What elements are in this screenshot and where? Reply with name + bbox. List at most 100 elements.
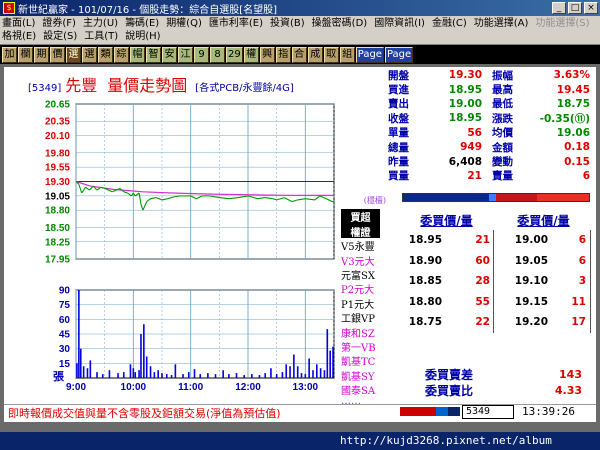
- toolbar-button[interactable]: 29: [226, 46, 243, 63]
- broker-item[interactable]: 第一VB: [341, 339, 386, 353]
- toolbar-button[interactable]: 興: [259, 46, 275, 63]
- menu-item[interactable]: 格視(E): [2, 30, 36, 43]
- quote-label: 買量: [388, 170, 409, 183]
- toolbar-button[interactable]: 帽: [130, 46, 145, 63]
- broker-item[interactable]: 元富SX: [341, 267, 386, 281]
- broker-item[interactable]: 工銀VP: [341, 310, 386, 324]
- toolbar-button[interactable]: 取: [323, 46, 339, 63]
- broker-item[interactable]: P1元大: [341, 296, 386, 310]
- volume-tick-label: 30: [59, 344, 71, 355]
- toolbar-button[interactable]: 成: [307, 46, 323, 63]
- price-tick-label: 17.95: [45, 255, 70, 266]
- stock-code-input[interactable]: 5349: [462, 405, 514, 419]
- bid-qty: 28: [475, 275, 490, 288]
- maximize-button[interactable]: □: [568, 2, 582, 14]
- price-tick-label: 19.05: [45, 191, 70, 202]
- chart-title: 量價走勢圖: [107, 76, 188, 95]
- bid-ask-ratio-row: 委買賣比 4.33: [394, 382, 592, 398]
- menu-item[interactable]: 操盤密碼(D): [312, 17, 368, 30]
- menu-item[interactable]: 畫面(L): [2, 17, 35, 30]
- menu-item[interactable]: 金融(C): [432, 17, 467, 30]
- menu-item[interactable]: 證券(F): [42, 17, 76, 30]
- volume-tick-label: 90: [59, 286, 71, 297]
- toolbar-button[interactable]: 期: [34, 46, 49, 63]
- quote-label: 均價: [492, 127, 513, 140]
- toolbar-button[interactable]: 加: [2, 46, 17, 63]
- minimize-button[interactable]: _: [552, 2, 566, 14]
- toolbar-button[interactable]: 江: [178, 46, 193, 63]
- menu-item[interactable]: 說明(H): [125, 30, 160, 43]
- ask-price: 19.15: [514, 295, 548, 308]
- broker-item[interactable]: 權證: [341, 223, 380, 239]
- toolbar-button[interactable]: 類: [98, 46, 113, 63]
- quote-label: 買進: [388, 84, 409, 97]
- toolbar-button[interactable]: Page: [384, 46, 414, 63]
- menu-item[interactable]: 投資(B): [270, 17, 305, 30]
- toolbar-button[interactable]: Page: [355, 46, 384, 63]
- toolbar-button[interactable]: 智: [146, 46, 161, 63]
- bid-ask-diff-value: 143: [559, 367, 582, 381]
- toolbar-button[interactable]: 安: [162, 46, 177, 63]
- menu-item[interactable]: 工具(T): [84, 30, 118, 43]
- ask-qty: 17: [571, 316, 586, 329]
- toolbar-button[interactable]: 選: [66, 46, 81, 63]
- toolbar-button[interactable]: 組: [339, 46, 355, 63]
- toolbar-button[interactable]: 指: [275, 46, 291, 63]
- quote-label: 金額: [492, 141, 513, 154]
- bar-separator: [590, 230, 591, 251]
- bid-qty: 55: [475, 295, 490, 308]
- bar-separator: [590, 291, 591, 312]
- menu-item[interactable]: 功能選擇(A): [474, 17, 529, 30]
- toolbar-button[interactable]: 綜: [114, 46, 129, 63]
- bid-ask-diff-row: 委買賣差 143: [394, 366, 592, 382]
- toolbar-button[interactable]: 8: [210, 46, 225, 63]
- broker-item[interactable]: 康和SZ: [341, 325, 386, 339]
- toolbar-button[interactable]: 權: [243, 46, 259, 63]
- bid-ask-ratio-value: 4.33: [554, 383, 582, 397]
- broker-item[interactable]: V5永豐: [341, 238, 386, 252]
- bid-price: 18.85: [408, 275, 442, 288]
- toolbar-button[interactable]: 選: [82, 46, 97, 63]
- toolbar-button[interactable]: 9: [194, 46, 209, 63]
- clock: 13:39:26: [522, 405, 575, 418]
- bid-price: 18.75: [408, 316, 442, 329]
- buy-sell-ratio-bar: [402, 193, 590, 202]
- close-button[interactable]: ×: [584, 2, 598, 14]
- price-tick-label: 18.50: [45, 223, 70, 234]
- toolbar-button[interactable]: 合: [291, 46, 307, 63]
- quote-value: 19.06: [556, 126, 590, 139]
- quote-value: 56: [467, 126, 482, 139]
- menu-item[interactable]: 匯市利率(E): [209, 17, 263, 30]
- quote-label: 漲跌: [492, 112, 513, 125]
- menu-item[interactable]: 設定(S): [43, 30, 77, 43]
- menu-item[interactable]: 主力(U): [83, 17, 118, 30]
- app-icon: $: [3, 2, 15, 14]
- quote-row: 買量 21 賣量 6: [388, 169, 590, 183]
- quote-label: 單量: [388, 127, 409, 140]
- volume-tick-label: 75: [59, 300, 71, 311]
- quote-value: -0.35(⑪): [539, 112, 590, 125]
- price-tick-label: 19.80: [45, 148, 70, 159]
- quote-value: 18.95: [448, 112, 482, 125]
- bid-header: 委買價/量: [420, 214, 473, 228]
- broker-item[interactable]: P2元大: [341, 281, 386, 295]
- menu-item[interactable]: 籌碼(E): [125, 17, 159, 30]
- menu-item[interactable]: 國際資訊(I): [374, 17, 425, 30]
- time-tick-label: 12:00: [235, 382, 261, 393]
- menu-item[interactable]: 期權(Q): [166, 17, 202, 30]
- orderbook-row: 18.85 28 19.10 3: [398, 271, 592, 292]
- quote-row: 總量 949 金額 0.18: [388, 140, 590, 154]
- price-tick-label: 19.30: [45, 177, 70, 188]
- toolbar-button[interactable]: 欄: [18, 46, 33, 63]
- broker-item[interactable]: 凱基TC: [341, 353, 386, 367]
- industry-tags: [各式PCB/永豐餘/4G]: [195, 83, 294, 94]
- broker-item[interactable]: (穩檀): [341, 195, 386, 209]
- price-volume-chart[interactable]: 20.65 20.35 20.10 19.80 19.55 19.30 19.05 18.80…: [4, 94, 388, 402]
- quote-value: 21: [467, 169, 482, 182]
- menu-item[interactable]: 功能選擇(S): [535, 17, 589, 30]
- toolbar-button[interactable]: 價: [50, 46, 65, 63]
- broker-item[interactable]: 凱基SY: [341, 368, 386, 382]
- broker-item[interactable]: 國泰SA: [341, 382, 386, 396]
- broker-item[interactable]: 買超: [341, 209, 380, 224]
- broker-item[interactable]: V3元大: [341, 253, 386, 267]
